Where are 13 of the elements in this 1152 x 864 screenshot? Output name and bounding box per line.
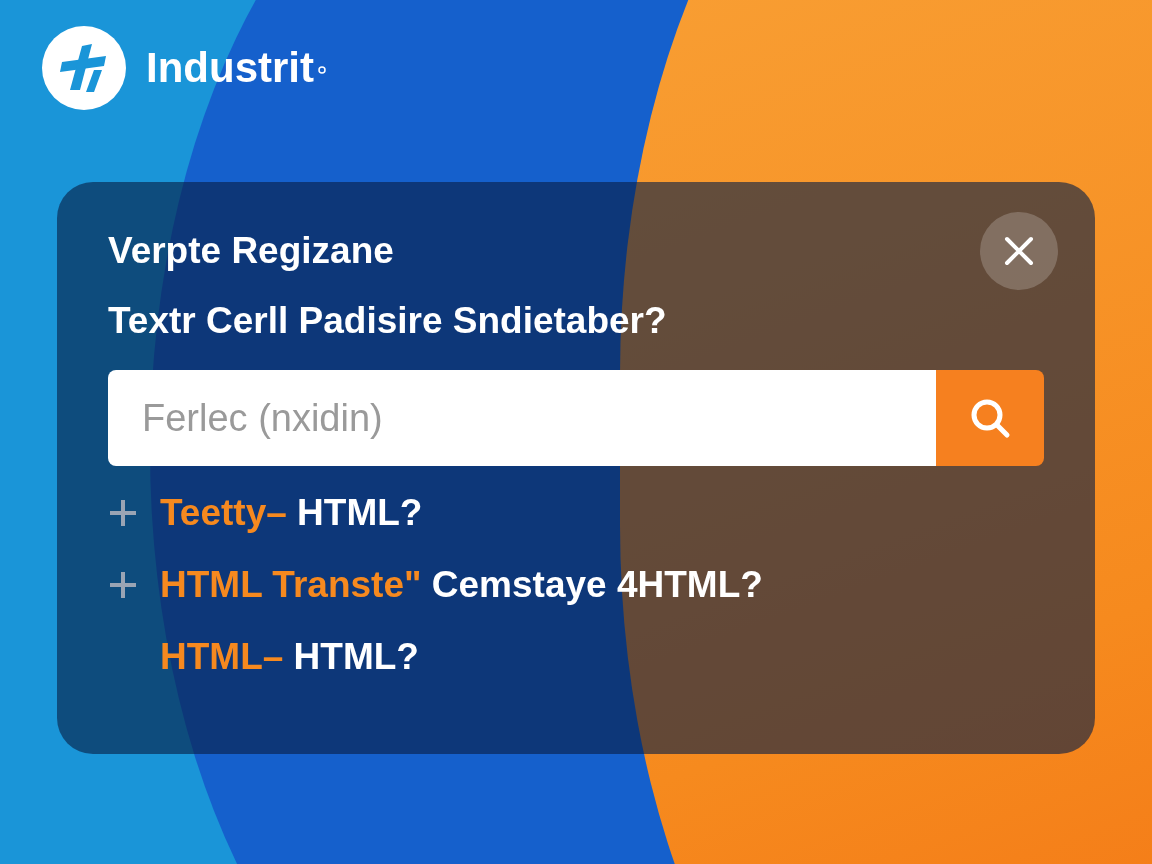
dialog-question: Textr Cerll Padisire Sndietaber? bbox=[108, 300, 668, 342]
dialog-title: Verpte Regizane bbox=[108, 230, 394, 272]
search-button[interactable] bbox=[936, 370, 1044, 466]
suggestion-link[interactable]: Teetty– HTML? bbox=[160, 492, 423, 534]
brand-name: Industrit bbox=[146, 44, 314, 92]
suggestion-link[interactable]: HTML– HTML? bbox=[160, 636, 419, 678]
trademark-icon bbox=[318, 66, 326, 74]
plus-icon[interactable] bbox=[108, 498, 138, 528]
search-field[interactable]: Ferlec (nxidin) bbox=[108, 370, 936, 466]
close-icon bbox=[1004, 236, 1034, 266]
plus-icon[interactable] bbox=[108, 570, 138, 600]
suggestion-link[interactable]: HTML Transte" Cemstaye 4HTML? bbox=[160, 564, 763, 606]
logo-icon bbox=[42, 26, 126, 110]
